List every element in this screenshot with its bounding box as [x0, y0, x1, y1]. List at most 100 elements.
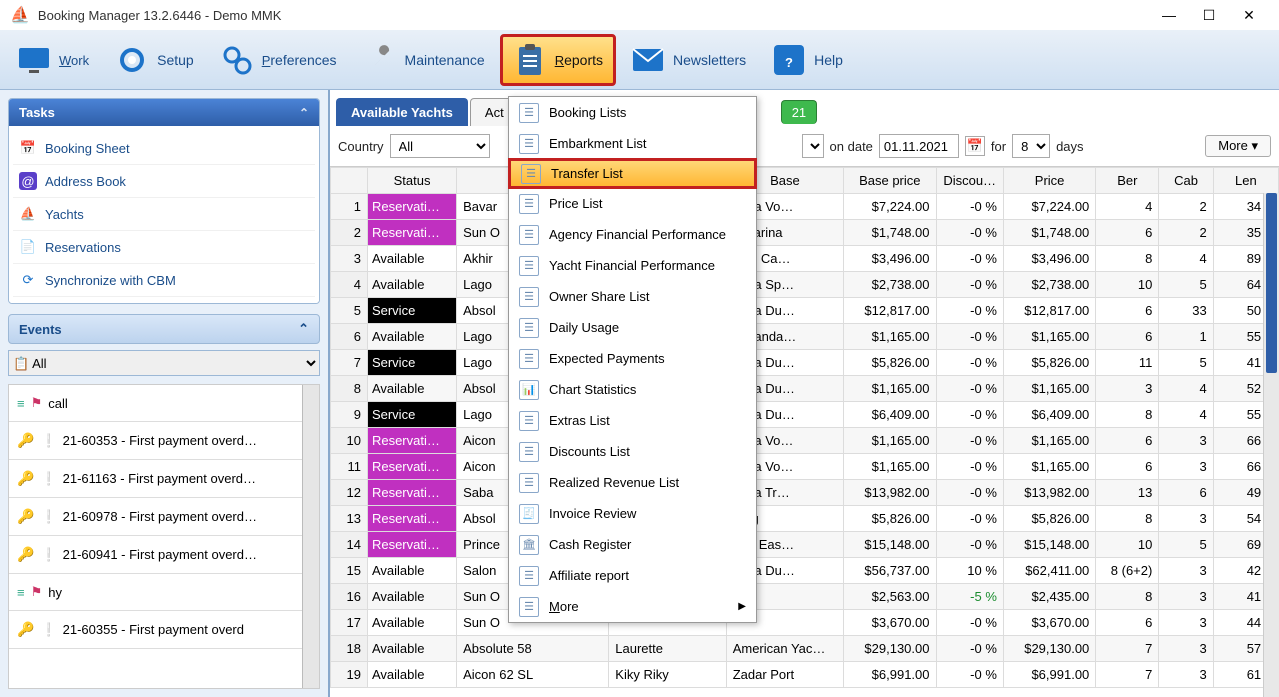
maximize-button[interactable]: ☐ [1189, 0, 1229, 30]
event-item[interactable]: 🔑❕ 21-60355 - First payment overd [9, 611, 319, 649]
table-row[interactable]: 17AvailableSun O$3,670.00-0 %$3,670.0063… [331, 610, 1279, 636]
event-item[interactable]: 🔑❕ 21-61163 - First payment overd… [9, 460, 319, 498]
reports-menu-item[interactable]: ☰Realized Revenue List [509, 467, 756, 498]
reports-menu-item[interactable]: ☰More [509, 591, 756, 622]
table-row[interactable]: 3AvailableAkhirams Ca…$3,496.00-0 %$3,49… [331, 246, 1279, 272]
reports-menu-item[interactable]: ☰Discounts List [509, 436, 756, 467]
toolbar-setup[interactable]: Setup [104, 34, 205, 86]
event-item[interactable]: 🔑❕ 21-60353 - First payment overd… [9, 422, 319, 460]
table-row[interactable]: 13Reservati…Absolourg$5,826.00-0 %$5,826… [331, 506, 1279, 532]
menu-item-label: Chart Statistics [549, 382, 636, 397]
table-row[interactable]: 14Reservati…Princend - Eas…$15,148.00-0 … [331, 532, 1279, 558]
table-row[interactable]: 11Reservati…Aiconarina Vo…$1,165.00-0 %$… [331, 454, 1279, 480]
column-header[interactable]: Base price [844, 168, 936, 194]
column-header[interactable]: Discou… [936, 168, 1003, 194]
toolbar-reports-label: Reports [555, 52, 603, 68]
collapse-icon[interactable]: ⌃ [298, 321, 309, 337]
event-item[interactable]: 🔑❕ 21-60978 - First payment overd… [9, 498, 319, 536]
reports-menu-item[interactable]: ☰Extras List [509, 405, 756, 436]
table-row[interactable]: 7ServiceLagoarina Du…$5,826.00-0 %$5,826… [331, 350, 1279, 376]
table-row[interactable]: 4AvailableLagoarina Sp…$2,738.00-0 %$2,7… [331, 272, 1279, 298]
base-price-cell: $6,991.00 [844, 662, 936, 688]
reports-menu-item[interactable]: ☰Affiliate report [509, 560, 756, 591]
row-number: 16 [331, 584, 368, 610]
more-button[interactable]: More ▾ [1205, 135, 1271, 157]
events-panel-header[interactable]: Events ⌃ [8, 314, 320, 344]
table-scrollbar[interactable] [1263, 193, 1279, 697]
event-item[interactable]: ≡⚑ call [9, 385, 319, 422]
column-header[interactable]: Len [1213, 168, 1278, 194]
price-cell: $2,738.00 [1003, 272, 1095, 298]
reports-menu-item[interactable]: ☰Agency Financial Performance [509, 219, 756, 250]
reports-menu-item[interactable]: ☰Owner Share List [509, 281, 756, 312]
status-cell: Reservati… [367, 480, 456, 506]
task-address-book[interactable]: @Address Book [13, 165, 315, 198]
unknown-select[interactable] [802, 134, 824, 158]
column-header[interactable]: Status [367, 168, 456, 194]
table-row[interactable]: 8AvailableAbsolarina Du…$1,165.00-0 %$1,… [331, 376, 1279, 402]
country-select[interactable]: All [390, 134, 490, 158]
minimize-button[interactable]: — [1149, 0, 1189, 30]
reports-menu-item[interactable]: 🏛Cash Register [509, 529, 756, 560]
table-row[interactable]: 1Reservati…Bavararina Vo…$7,224.00-0 %$7… [331, 194, 1279, 220]
event-item[interactable]: ≡⚑ hy [9, 574, 319, 611]
cab-cell: 4 [1159, 376, 1213, 402]
collapse-icon[interactable]: ⌃ [299, 106, 309, 120]
tab-badge-count[interactable]: 21 [781, 100, 817, 124]
reports-menu-item[interactable]: ☰Embarkment List [509, 128, 756, 159]
reports-menu-item[interactable]: 🧾Invoice Review [509, 498, 756, 529]
tasks-panel-header[interactable]: Tasks ⌃ [9, 99, 319, 126]
reports-menu-item[interactable]: ☰Yacht Financial Performance [509, 250, 756, 281]
table-row[interactable]: 6AvailableLagoa Manda…$1,165.00-0 %$1,16… [331, 324, 1279, 350]
reports-menu-item[interactable]: ☰Transfer List [508, 158, 757, 189]
toolbar-help[interactable]: ? Help [761, 34, 854, 86]
table-row[interactable]: 2Reservati…Sun Os Marina$1,748.00-0 %$1,… [331, 220, 1279, 246]
table-row[interactable]: 18AvailableAbsolute 58LauretteAmerican Y… [331, 636, 1279, 662]
close-button[interactable]: ✕ [1229, 0, 1269, 30]
events-filter-select[interactable]: 📋 All [8, 350, 320, 376]
task-reservations[interactable]: 📄Reservations [13, 231, 315, 264]
ber-cell: 7 [1096, 636, 1159, 662]
table-row[interactable]: 12Reservati…Sabaarina Tr…$13,982.00-0 %$… [331, 480, 1279, 506]
column-header[interactable]: Price [1003, 168, 1095, 194]
table-row[interactable]: 16AvailableSun Oort$2,563.00-5 %$2,435.0… [331, 584, 1279, 610]
reports-menu-item[interactable]: 📊Chart Statistics [509, 374, 756, 405]
date-input[interactable] [879, 134, 959, 158]
task-yachts[interactable]: ⛵Yachts [13, 198, 315, 231]
task-booking-sheet[interactable]: 📅Booking Sheet [13, 132, 315, 165]
reports-menu-item[interactable]: ☰Expected Payments [509, 343, 756, 374]
column-header[interactable]: Ber [1096, 168, 1159, 194]
toolbar-maintenance[interactable]: Maintenance [352, 34, 496, 86]
titlebar: ⛵ Booking Manager 13.2.6446 - Demo MMK —… [0, 0, 1279, 30]
table-row[interactable]: 10Reservati…Aiconarina Vo…$1,165.00-0 %$… [331, 428, 1279, 454]
table-row[interactable]: 5ServiceAbsolarina Du…$12,817.00-0 %$12,… [331, 298, 1279, 324]
cab-cell: 33 [1159, 298, 1213, 324]
task-sync[interactable]: ⟳Synchronize with CBM [13, 264, 315, 297]
calendar-picker-icon[interactable]: 📅 [965, 136, 985, 156]
reports-menu-item[interactable]: ☰Booking Lists [509, 97, 756, 128]
days-select[interactable]: 8 [1012, 134, 1050, 158]
yacht-table: StatusBaseBase priceDiscou…PriceBerCabLe… [330, 166, 1279, 697]
main-toolbar: Work Setup Preferences Maintenance Repor… [0, 30, 1279, 90]
table-row[interactable]: 9ServiceLagoarina Du…$6,409.00-0 %$6,409… [331, 402, 1279, 428]
toolbar-reports[interactable]: Reports [500, 34, 616, 86]
status-cell: Available [367, 324, 456, 350]
discount-cell: -0 % [936, 298, 1003, 324]
status-cell: Service [367, 298, 456, 324]
column-header[interactable] [331, 168, 368, 194]
toolbar-preferences[interactable]: Preferences [209, 34, 348, 86]
tab-available-yachts[interactable]: Available Yachts [336, 98, 468, 126]
toolbar-work[interactable]: Work [6, 34, 100, 86]
row-number: 19 [331, 662, 368, 688]
toolbar-preferences-label: Preferences [262, 52, 337, 68]
table-header-row: StatusBaseBase priceDiscou…PriceBerCabLe… [331, 168, 1279, 194]
toolbar-newsletters[interactable]: Newsletters [620, 34, 757, 86]
event-item[interactable]: 🔑❕ 21-60941 - First payment overd… [9, 536, 319, 574]
column-header[interactable]: Cab [1159, 168, 1213, 194]
status-cell: Reservati… [367, 532, 456, 558]
table-row[interactable]: 19AvailableAicon 62 SLKiky RikyZadar Por… [331, 662, 1279, 688]
reports-menu-item[interactable]: ☰Daily Usage [509, 312, 756, 343]
reports-menu-item[interactable]: ☰Price List [509, 188, 756, 219]
base-price-cell: $5,826.00 [844, 506, 936, 532]
table-row[interactable]: 15AvailableSalonarina Du…$56,737.0010 %$… [331, 558, 1279, 584]
